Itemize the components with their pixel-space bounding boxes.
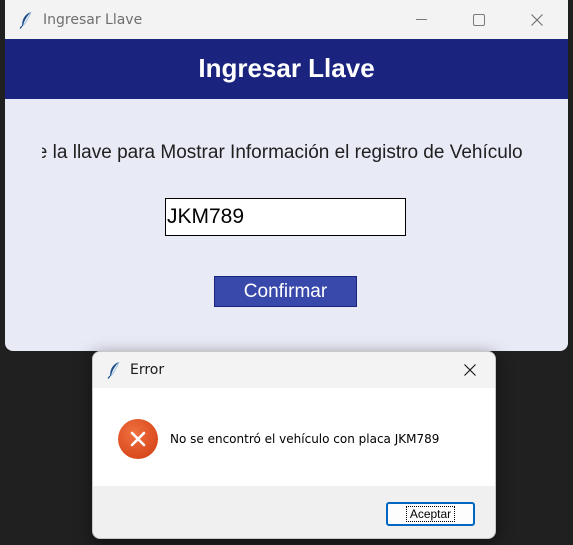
confirm-button[interactable]: Confirmar: [214, 276, 357, 307]
close-button[interactable]: [508, 0, 566, 39]
instruction-clip: Ingrese la llave para Mostrar Informació…: [42, 140, 533, 170]
page-title: Ingresar Llave: [198, 52, 375, 83]
minimize-icon: [415, 19, 427, 20]
close-icon: [464, 364, 476, 376]
dialog-close-button[interactable]: [446, 352, 494, 388]
close-icon: [531, 13, 543, 26]
key-input[interactable]: [165, 198, 406, 236]
ok-button-label: Aceptar: [405, 506, 456, 522]
error-message: No se encontró el vehículo con placa JKM…: [170, 432, 440, 446]
error-icon: [118, 419, 158, 459]
dialog-title: Error: [130, 362, 165, 378]
ok-button[interactable]: Aceptar: [386, 502, 475, 526]
maximize-button[interactable]: [450, 0, 508, 39]
maximize-icon: [473, 13, 485, 26]
error-dialog: Error No se encontró el vehículo con pla…: [92, 351, 496, 539]
main-window: Ingresar Llave Ingresar Llave Ingrese la…: [5, 0, 568, 351]
title-bar[interactable]: Ingresar Llave: [5, 0, 568, 39]
header-band: Ingresar Llave: [5, 39, 568, 99]
minimize-button[interactable]: [392, 0, 450, 39]
feather-icon: [104, 360, 124, 380]
dialog-title-bar[interactable]: Error: [93, 352, 495, 388]
window-title: Ingresar Llave: [43, 11, 143, 28]
dialog-body: No se encontró el vehículo con placa JKM…: [93, 388, 495, 486]
instruction-label: Ingrese la llave para Mostrar Informació…: [42, 142, 523, 163]
feather-icon: [16, 10, 36, 30]
